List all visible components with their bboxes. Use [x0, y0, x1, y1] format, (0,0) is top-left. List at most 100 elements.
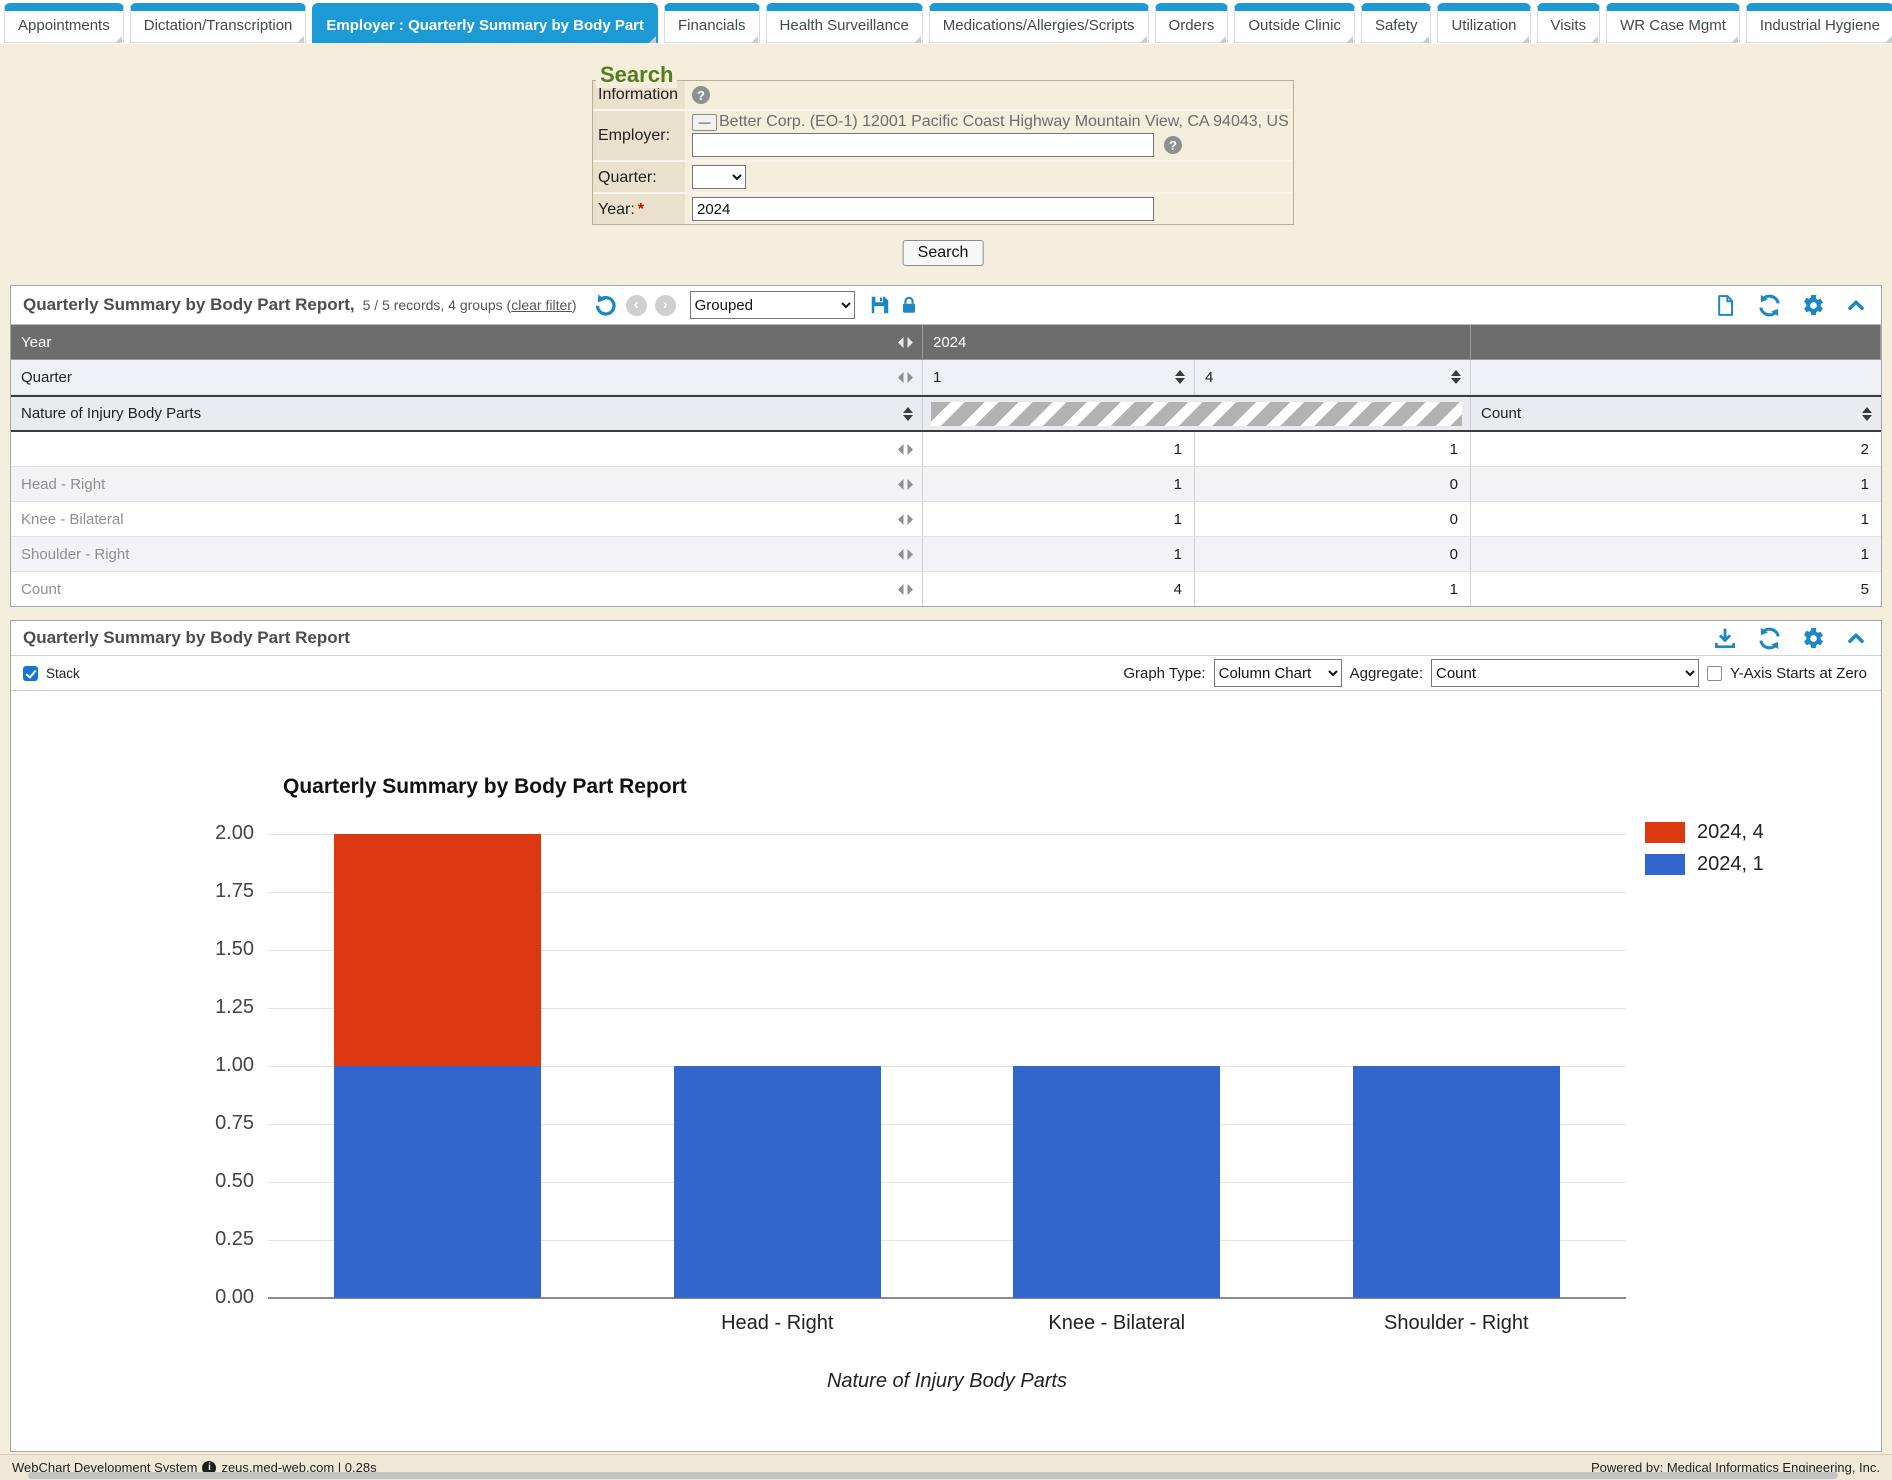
- year-label: Year: *: [593, 194, 685, 224]
- collapse-panel-icon[interactable]: [1845, 627, 1867, 649]
- tab-utilization[interactable]: Utilization: [1437, 3, 1530, 43]
- tab-visits[interactable]: Visits: [1537, 3, 1601, 43]
- graph-type-label: Graph Type:: [1123, 665, 1205, 682]
- search-row-employer: Employer: — Better Corp. (EO-1) 12001 Pa…: [593, 111, 1293, 162]
- quarter-select[interactable]: [692, 165, 746, 189]
- y-axis-zero-checkbox[interactable]: [1707, 666, 1722, 681]
- count-value: 5: [1471, 572, 1881, 606]
- tab-label: Outside Clinic: [1248, 17, 1341, 34]
- records-summary: 5 / 5 records, 4 groups (clear filter): [363, 297, 577, 313]
- search-form: Information ? Employer: — Better Corp. (…: [592, 80, 1294, 225]
- y-tick-label: 2.00: [184, 822, 254, 845]
- gear-icon[interactable]: [1802, 627, 1825, 650]
- lock-icon[interactable]: [899, 295, 919, 315]
- row-label: Count: [21, 581, 61, 598]
- x-axis-title: Nature of Injury Body Parts: [268, 1370, 1626, 1393]
- new-document-icon[interactable]: [1714, 294, 1737, 317]
- tab-industrial-hygiene[interactable]: Industrial Hygiene: [1746, 3, 1892, 43]
- tab-label: Medications/Allergies/Scripts: [943, 17, 1135, 34]
- save-icon[interactable]: [869, 294, 891, 316]
- row-label: Knee - Bilateral: [21, 511, 124, 528]
- employer-search-input[interactable]: [692, 133, 1154, 157]
- legend-label: 2024, 1: [1697, 853, 1764, 876]
- stack-label: Stack: [46, 666, 80, 681]
- column-resize-icon[interactable]: [898, 514, 913, 525]
- search-section-title: Search: [596, 62, 677, 88]
- refresh-icon[interactable]: [1757, 293, 1782, 318]
- chart-legend: 2024, 4 2024, 1: [1645, 821, 1764, 876]
- collapse-panel-icon[interactable]: [1845, 294, 1867, 316]
- column-resize-icon[interactable]: [898, 584, 913, 595]
- tab-orders[interactable]: Orders: [1155, 3, 1229, 43]
- column-resize-icon[interactable]: [898, 337, 913, 348]
- quarter-1-value: 1: [923, 502, 1195, 536]
- search-row-year: Year: *: [593, 194, 1293, 224]
- tab-health-surveillance[interactable]: Health Surveillance: [766, 3, 923, 43]
- stack-checkbox[interactable]: [23, 666, 38, 681]
- sort-icon[interactable]: [1862, 407, 1872, 421]
- column-resize-icon[interactable]: [898, 549, 913, 560]
- legend-label: 2024, 4: [1697, 821, 1764, 844]
- chart-controls: Stack Graph Type: Column Chart Aggregate…: [11, 655, 1881, 691]
- hatch-pattern: [931, 402, 1462, 426]
- tab-wr-case-mgmt[interactable]: WR Case Mgmt: [1606, 3, 1740, 43]
- tab-label: Financials: [678, 17, 746, 34]
- tab-medications-allergies-scripts[interactable]: Medications/Allergies/Scripts: [929, 3, 1149, 43]
- undo-icon[interactable]: [593, 293, 618, 318]
- clear-filter-link[interactable]: clear filter: [511, 297, 572, 313]
- quarter-1-cell: 1: [923, 360, 1195, 394]
- information-help-icon[interactable]: ?: [692, 86, 710, 104]
- quarter-header-cell: Quarter: [11, 360, 923, 394]
- search-row-quarter: Quarter:: [593, 162, 1293, 194]
- tab-appointments[interactable]: Appointments: [4, 3, 124, 43]
- quarter-4-value: 1: [1195, 432, 1471, 466]
- row-label-cell: [11, 432, 923, 466]
- employer-collapse-button[interactable]: —: [692, 114, 717, 131]
- column-resize-icon[interactable]: [898, 479, 913, 490]
- search-button[interactable]: Search: [903, 240, 984, 266]
- row-label-cell: Count: [11, 572, 923, 606]
- column-resize-icon[interactable]: [898, 372, 913, 383]
- count-header-cell: Count: [1471, 397, 1881, 430]
- count-value: 1: [1471, 467, 1881, 501]
- tab-label: Safety: [1375, 17, 1418, 34]
- graph-type-select[interactable]: Column Chart: [1214, 659, 1342, 687]
- tab-employer-quarterly-summary-by-body-part[interactable]: Employer : Quarterly Summary by Body Par…: [312, 3, 658, 43]
- horizontal-scrollbar-thumb[interactable]: [28, 1472, 1838, 1479]
- refresh-icon[interactable]: [1757, 626, 1782, 651]
- nature-header-cell: Nature of Injury Body Parts: [11, 397, 923, 430]
- y-tick-label: 0.00: [184, 1286, 254, 1309]
- tab-financials[interactable]: Financials: [664, 3, 760, 43]
- sort-icon[interactable]: [903, 407, 913, 421]
- sort-icon[interactable]: [1451, 370, 1461, 384]
- legend-swatch: [1645, 854, 1685, 875]
- employer-help-icon[interactable]: ?: [1164, 136, 1182, 154]
- table-row-quarter: Quarter 1 4: [11, 360, 1881, 395]
- next-page-icon[interactable]: ›: [655, 295, 676, 316]
- view-mode-select[interactable]: Grouped: [690, 291, 855, 319]
- aggregate-select[interactable]: Count: [1431, 659, 1699, 687]
- chart-stage: Quarterly Summary by Body Part Report 20…: [11, 691, 1881, 1449]
- quarter-1-value: 1: [923, 467, 1195, 501]
- table-row-head-right: Head - Right101: [11, 467, 1881, 502]
- quarter-4-value: 1: [1195, 572, 1471, 606]
- chart-panel-title: Quarterly Summary by Body Part Report: [23, 628, 350, 648]
- column-resize-icon[interactable]: [898, 444, 913, 455]
- sort-icon[interactable]: [1175, 370, 1185, 384]
- prev-page-icon[interactable]: ‹: [626, 295, 647, 316]
- legend-item: 2024, 1: [1645, 853, 1764, 876]
- year-input[interactable]: [692, 197, 1154, 221]
- employer-label: Employer:: [593, 111, 685, 160]
- quarter-1-value: 4: [923, 572, 1195, 606]
- chart-panel: Quarterly Summary by Body Part Report St…: [10, 620, 1882, 1452]
- tab-safety[interactable]: Safety: [1361, 3, 1432, 43]
- aggregate-label: Aggregate:: [1350, 665, 1423, 682]
- tab-dictation-transcription[interactable]: Dictation/Transcription: [130, 3, 307, 43]
- row-label-cell: Shoulder - Right: [11, 537, 923, 571]
- y-axis-zero-label: Y-Axis Starts at Zero: [1730, 665, 1867, 682]
- y-tick-label: 1.25: [184, 996, 254, 1019]
- gear-icon[interactable]: [1802, 294, 1825, 317]
- download-icon[interactable]: [1713, 626, 1737, 650]
- tab-outside-clinic[interactable]: Outside Clinic: [1234, 3, 1355, 43]
- quarter-4-value: 0: [1195, 537, 1471, 571]
